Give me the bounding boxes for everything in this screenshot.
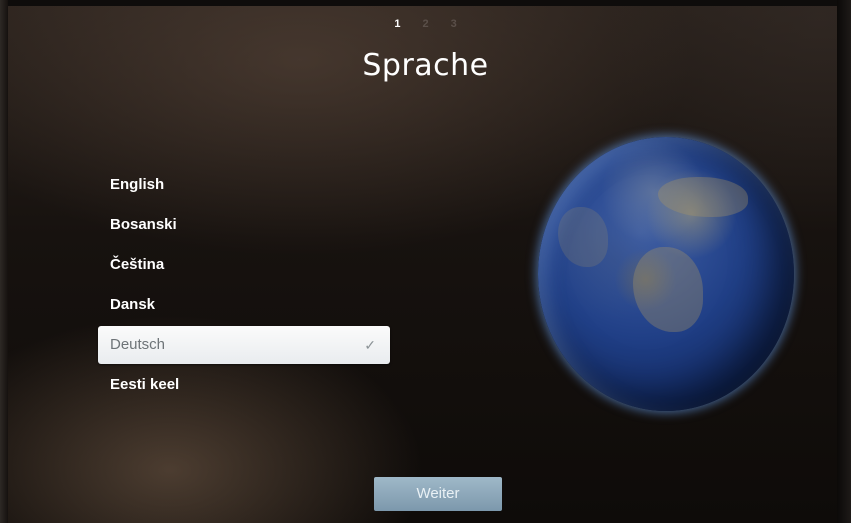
language-option-eesti-keel[interactable]: Eesti keel: [98, 366, 390, 406]
next-button[interactable]: Weiter: [374, 477, 502, 511]
language-label: Dansk: [110, 296, 156, 313]
language-option-english[interactable]: English: [98, 166, 390, 206]
language-label: Bosanski: [110, 216, 177, 233]
earth-landmass: [558, 207, 608, 267]
screen-bezel-top: [0, 0, 851, 6]
earth-landmass: [633, 247, 703, 332]
setup-screen: 1 2 3 Sprache English Bosanski Čeština D…: [0, 0, 851, 523]
language-label: Čeština: [110, 256, 165, 273]
step-1: 1: [394, 18, 401, 30]
language-label: Deutsch: [110, 336, 166, 353]
language-option-cestina[interactable]: Čeština: [98, 246, 390, 286]
earth-landmass: [658, 177, 748, 217]
language-option-dansk[interactable]: Dansk: [98, 286, 390, 326]
language-option-deutsch[interactable]: Deutsch ✓: [98, 326, 390, 364]
language-option-bosanski[interactable]: Bosanski: [98, 206, 390, 246]
setup-step-indicator: 1 2 3: [0, 18, 851, 30]
language-list: English Bosanski Čeština Dansk Deutsch ✓…: [98, 166, 390, 406]
language-label: English: [110, 176, 165, 193]
checkmark-icon: ✓: [364, 337, 376, 353]
earth-globe-image: [538, 137, 794, 411]
step-3: 3: [450, 18, 457, 30]
step-2: 2: [422, 18, 429, 30]
language-label: Eesti keel: [110, 376, 180, 393]
page-title: Sprache: [362, 48, 489, 83]
